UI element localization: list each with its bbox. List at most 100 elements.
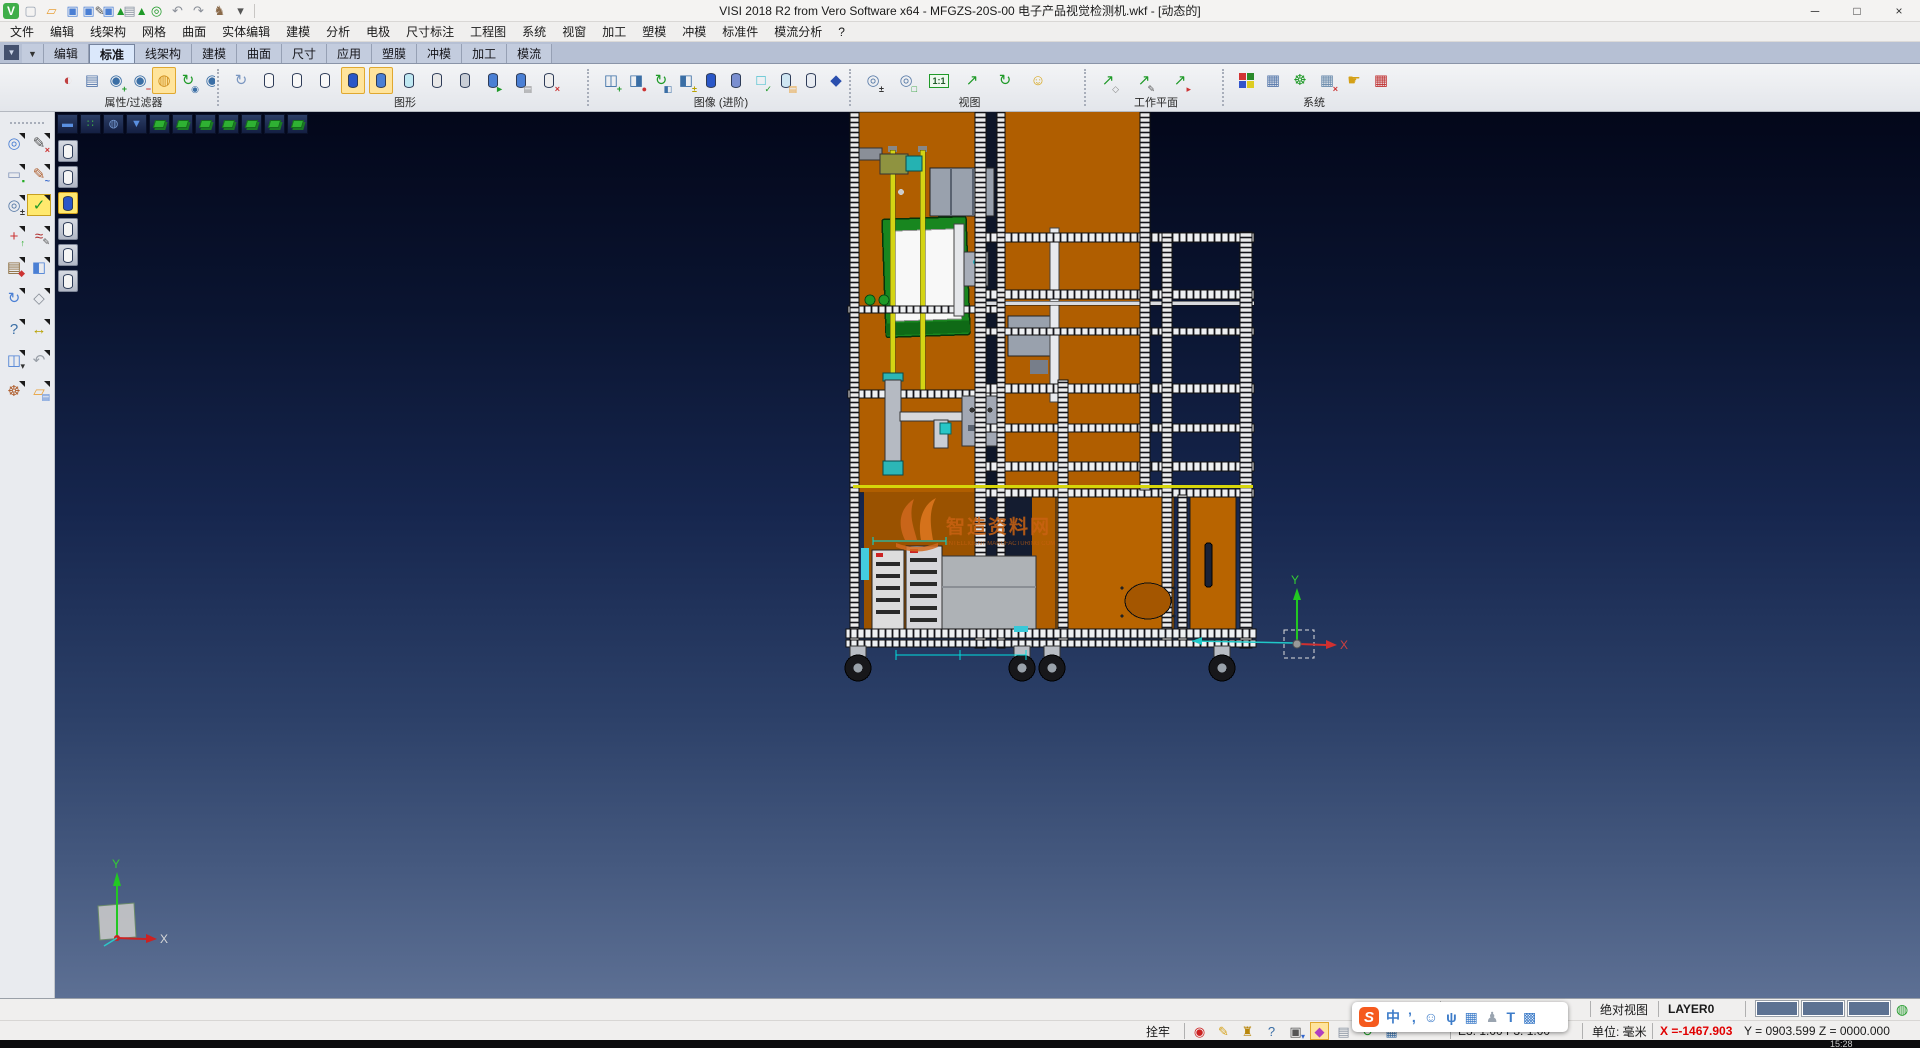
globe-icon[interactable]: ◍ — [1896, 999, 1908, 1019]
tab-surface[interactable]: 曲面 — [237, 44, 282, 63]
window-grid-icon[interactable]: ◧ — [27, 256, 51, 278]
lock-toggle[interactable]: 拴牢 — [1146, 1021, 1170, 1041]
toolbar-config-icon[interactable]: ▦× — [1315, 67, 1339, 94]
shaded-style-icon[interactable] — [341, 67, 365, 94]
image-refresh-icon[interactable]: ↻◧ — [649, 67, 673, 94]
redo-icon[interactable]: ↷ — [189, 2, 208, 20]
tab-standard[interactable]: 标准 — [89, 44, 135, 63]
zoom-dynamic-icon[interactable]: ◎± — [861, 67, 885, 94]
pick-edit-icon[interactable]: ✎ — [1214, 1022, 1233, 1040]
refresh-graphics-icon[interactable]: ↻ — [229, 67, 253, 94]
workplane-create-icon[interactable]: ↗◇ — [1096, 67, 1120, 94]
tab-wireframe[interactable]: 线架构 — [135, 44, 192, 63]
confirm-check-icon[interactable]: ✓ — [27, 194, 51, 216]
minimize-button[interactable]: ─ — [1794, 0, 1836, 21]
pin-view-button[interactable]: ▼ — [126, 114, 147, 134]
maximize-button[interactable]: □ — [1836, 0, 1878, 21]
view-page-icon[interactable]: ▤ — [774, 67, 798, 94]
view-iso-button[interactable] — [287, 114, 308, 134]
menu-item-surface[interactable]: 曲面 — [174, 22, 214, 41]
menu-item-window[interactable]: 视窗 — [554, 22, 594, 41]
save-icon[interactable]: ▣ — [63, 2, 82, 20]
edit-delete-icon[interactable]: ✎× — [27, 132, 51, 154]
view-right-button[interactable] — [264, 114, 285, 134]
ime-person-button[interactable]: ♟ — [1486, 1010, 1499, 1024]
zoom-window-icon[interactable]: ◎□ — [894, 67, 918, 94]
undo-icon[interactable]: ↶ — [168, 2, 187, 20]
menu-item-help[interactable]: ? — [830, 22, 853, 41]
zoom-dynamic-icon[interactable]: ◎± — [2, 194, 26, 216]
filter-traffic-light-icon[interactable]: ◍ — [152, 67, 176, 94]
ime-logo-icon[interactable]: S — [1359, 1007, 1379, 1027]
workplane-align-icon[interactable]: ↗▸ — [1168, 67, 1192, 94]
menu-item-wireframe[interactable]: 线架构 — [82, 22, 134, 41]
view-mode-indicator[interactable]: 绝对视图 — [1600, 999, 1648, 1019]
measure-distance-icon[interactable]: ↔ — [27, 318, 51, 340]
menu-item-machining[interactable]: 加工 — [594, 22, 634, 41]
solid-cube-icon[interactable]: ◇ — [27, 287, 51, 309]
tab-overflow-button[interactable]: ▼ — [4, 45, 19, 60]
tab-machining[interactable]: 加工 — [462, 44, 507, 63]
windows-taskbar-edge[interactable]: 15:28 — [0, 1040, 1920, 1048]
menu-item-mesh[interactable]: 网格 — [134, 22, 174, 41]
menu-item-standard-parts[interactable]: 标准件 — [714, 22, 766, 41]
filter-all-button[interactable] — [58, 270, 78, 292]
model-canvas[interactable]: 智造资料网 INTELLIGENT MANUFACTURING COM Y X … — [55, 112, 1920, 998]
rotate-view-icon[interactable]: ↻ — [993, 67, 1017, 94]
color-swatch-2[interactable] — [1802, 1001, 1844, 1016]
solid-cube-icon[interactable]: ◆ — [824, 67, 847, 94]
new-document-icon[interactable]: ▢ — [21, 2, 40, 20]
delete-trash-icon[interactable]: ◫▾ — [2, 349, 26, 371]
ghost-view-icon[interactable] — [799, 67, 823, 94]
snap-mode-icon[interactable]: ◉ — [1190, 1022, 1209, 1040]
print-icon[interactable]: ▤▲ — [126, 2, 145, 20]
options-icon[interactable]: ☸ — [1288, 67, 1312, 94]
striped-view-icon[interactable] — [724, 67, 748, 94]
shaded-edges-style-icon[interactable] — [369, 67, 393, 94]
curve-spline-icon[interactable]: ≈✎ — [27, 225, 51, 247]
menu-item-system[interactable]: 系统 — [514, 22, 554, 41]
menu-item-solid-edit[interactable]: 实体编辑 — [214, 22, 278, 41]
cylinder-page-icon[interactable]: ▤ — [509, 67, 533, 94]
macro-icon[interactable]: ♞ — [210, 2, 229, 20]
menu-item-moldflow[interactable]: 模流分析 — [766, 22, 830, 41]
view-bottom-button[interactable] — [172, 114, 193, 134]
flat-style-icon[interactable] — [425, 67, 449, 94]
wireframe-style-icon[interactable] — [257, 67, 281, 94]
layers-style-icon[interactable]: ▤◆ — [2, 256, 26, 278]
mesh-style-icon[interactable] — [453, 67, 477, 94]
refresh-visibility-icon[interactable]: ↻◉ — [176, 67, 200, 94]
refresh-redraw-icon[interactable]: ↻ — [2, 287, 26, 309]
cylinder-settings-icon[interactable]: × — [537, 67, 561, 94]
help-question-icon[interactable]: ? — [1262, 1022, 1281, 1040]
validate-view-icon[interactable]: □✓ — [749, 67, 773, 94]
image-state-icon[interactable]: ◨● — [624, 67, 648, 94]
help-info-icon[interactable]: ? — [2, 318, 26, 340]
view-back-button[interactable] — [218, 114, 239, 134]
transparent-style-icon[interactable] — [397, 67, 421, 94]
undo-back-icon[interactable]: ↶ — [27, 349, 51, 371]
orbit-view-button[interactable]: ◍ — [103, 114, 124, 134]
image-toggle-icon[interactable]: ◧± — [674, 67, 698, 94]
ucs-axes-icon[interactable]: +↑ — [2, 225, 26, 247]
helm-wheel-icon[interactable]: ☸ — [2, 380, 26, 402]
solid-view-icon[interactable] — [699, 67, 723, 94]
tab-edit[interactable]: 编辑 — [44, 44, 89, 63]
color-palette-icon[interactable] — [1234, 67, 1258, 94]
hidden-line-style-icon[interactable] — [285, 67, 309, 94]
zoom-select-icon[interactable]: ◎ — [2, 132, 26, 154]
menu-item-electrode[interactable]: 电极 — [358, 22, 398, 41]
menu-item-modeling[interactable]: 建模 — [278, 22, 318, 41]
cylinder-arrow-icon[interactable]: ► — [481, 67, 505, 94]
menu-item-file[interactable]: 文件 — [2, 22, 42, 41]
tab-modeling[interactable]: 建模 — [192, 44, 237, 63]
ime-toolbox-button[interactable]: ▩ — [1523, 1010, 1536, 1024]
package-icon[interactable]: ▣▾ — [1286, 1022, 1305, 1040]
attributes-page-icon[interactable]: ▤ — [80, 67, 104, 94]
solid-mode-icon[interactable]: ◆ — [1310, 1022, 1329, 1040]
menu-item-mold[interactable]: 塑模 — [634, 22, 674, 41]
menu-item-edit[interactable]: 编辑 — [42, 22, 82, 41]
ime-emoji-button[interactable]: ☺ — [1424, 1010, 1438, 1024]
curve-edit-icon[interactable]: ✎~ — [27, 163, 51, 185]
filter-wireframe-button[interactable] — [58, 218, 78, 240]
